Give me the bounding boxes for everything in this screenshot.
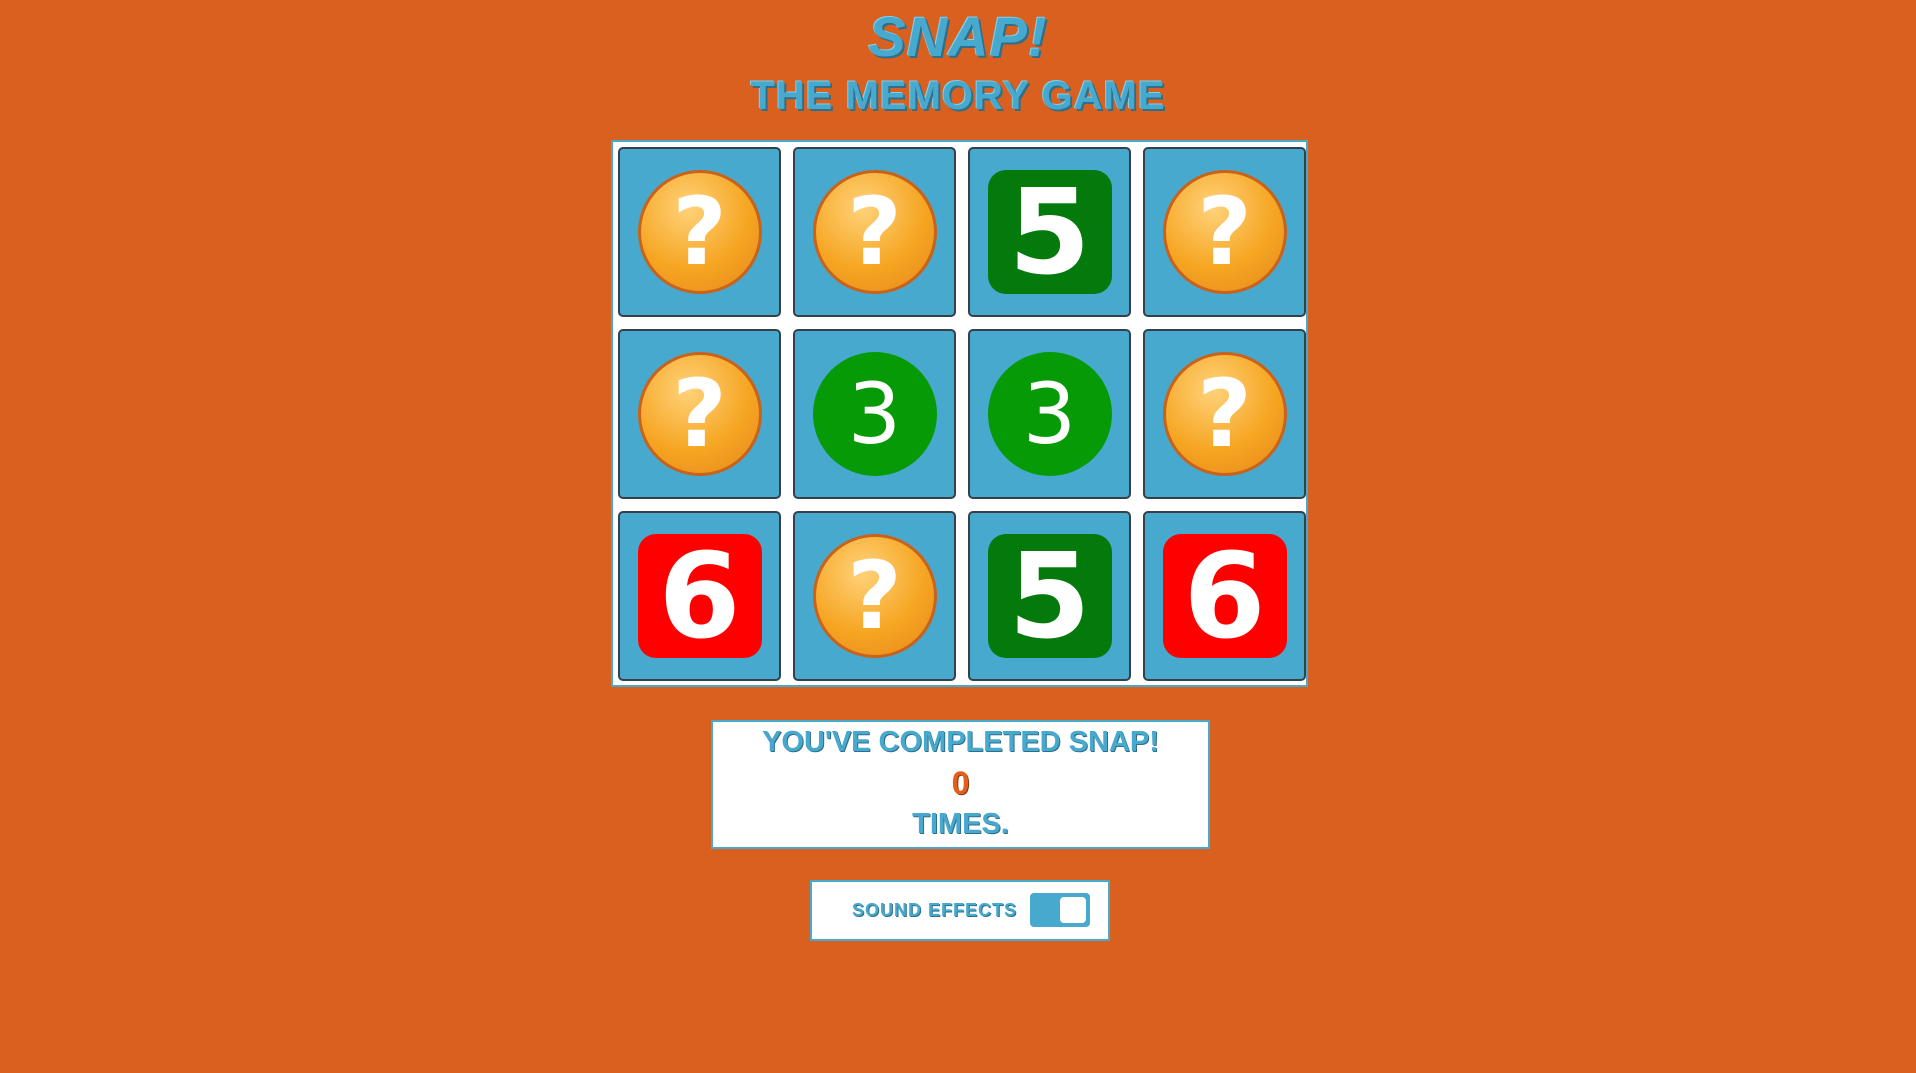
completion-stats: You've completed Snap! 0 times. — [711, 720, 1210, 849]
number-tile-icon: 5 — [987, 163, 1112, 301]
completion-text: You've completed Snap! — [762, 726, 1159, 758]
card-grid: ?? 5?? 3 3? 6? 5 6 — [611, 140, 1308, 687]
card-hidden[interactable]: ? — [1143, 147, 1306, 317]
question-mark-icon: ? — [1162, 352, 1287, 476]
question-mark-icon: ? — [812, 534, 937, 658]
question-mark-icon: ? — [637, 352, 762, 476]
card-revealed[interactable]: 3 — [968, 329, 1131, 499]
game-subtitle: The Memory Game — [750, 74, 1166, 118]
card-revealed[interactable]: 5 — [968, 147, 1131, 317]
sound-effects-toggle[interactable] — [1030, 893, 1090, 927]
completion-count: 0 — [951, 765, 970, 801]
question-mark-icon: ? — [1162, 170, 1287, 294]
card-revealed[interactable]: 6 — [618, 511, 781, 681]
toggle-knob — [1060, 897, 1086, 923]
card-hidden[interactable]: ? — [793, 147, 956, 317]
card-hidden[interactable]: ? — [618, 329, 781, 499]
number-tile-icon: 6 — [1162, 527, 1287, 665]
card-revealed[interactable]: 5 — [968, 511, 1131, 681]
card-revealed[interactable]: 6 — [1143, 511, 1306, 681]
number-circle-icon: 3 — [987, 352, 1112, 476]
card-hidden[interactable]: ? — [618, 147, 781, 317]
question-mark-icon: ? — [812, 170, 937, 294]
game-title: Snap! — [868, 5, 1048, 68]
number-tile-icon: 6 — [637, 527, 762, 665]
completion-unit: times. — [912, 808, 1009, 840]
number-circle-icon: 3 — [812, 352, 937, 476]
card-hidden[interactable]: ? — [793, 511, 956, 681]
question-mark-icon: ? — [637, 170, 762, 294]
card-hidden[interactable]: ? — [1143, 329, 1306, 499]
card-revealed[interactable]: 3 — [793, 329, 956, 499]
number-tile-icon: 5 — [987, 527, 1112, 665]
sound-settings: Sound Effects — [810, 880, 1110, 941]
sound-effects-label: Sound Effects — [852, 900, 1018, 920]
